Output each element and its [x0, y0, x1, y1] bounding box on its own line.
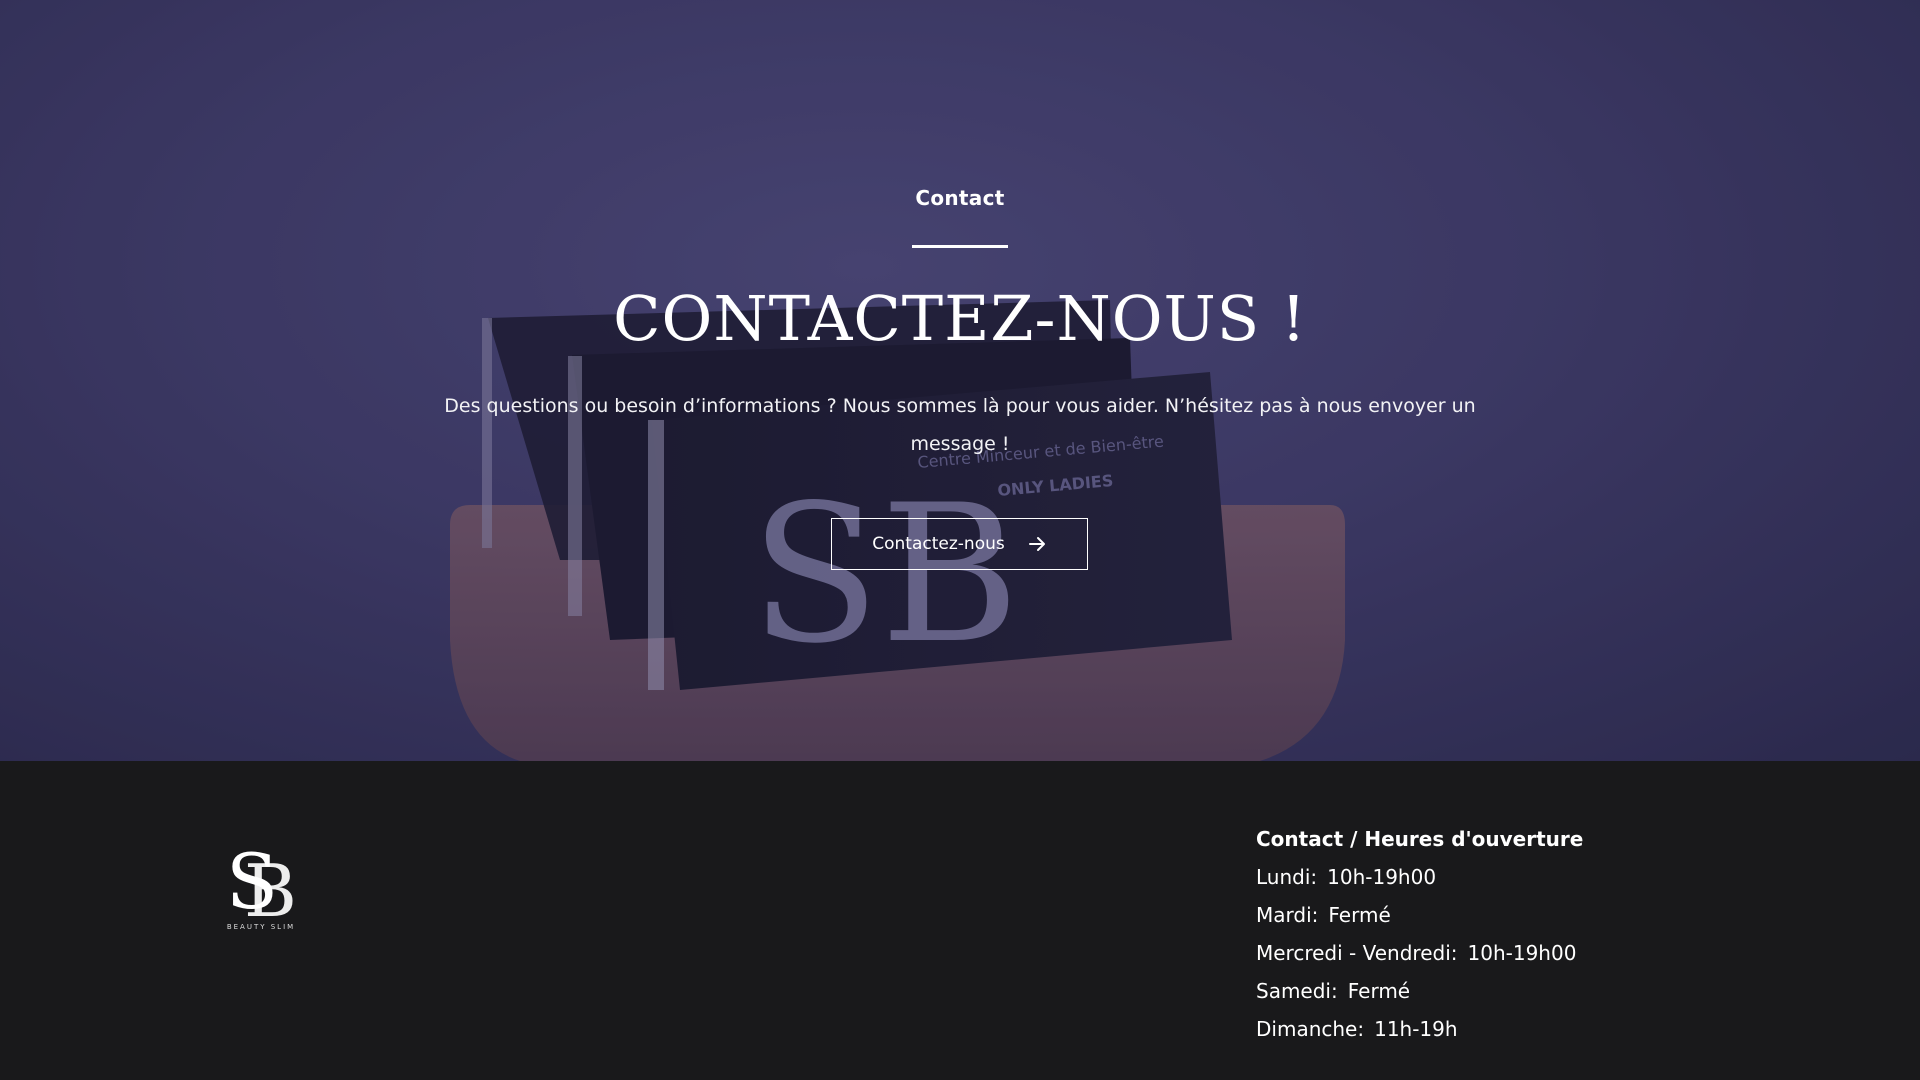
logo-text: BEAUTY SLIM — [226, 923, 296, 931]
hours-item-lundi: Lundi: 10h-19h00 — [1256, 865, 1437, 889]
beauty-slim-logo[interactable]: S B — [224, 836, 304, 932]
contact-button[interactable]: Contactez-nous — [831, 518, 1088, 570]
hours-title: Contact / Heures d'ouverture — [1256, 827, 1584, 851]
hours-item-samedi: Samedi: Fermé — [1256, 979, 1411, 1003]
arrow-right-icon — [1028, 537, 1045, 551]
contact-button-label: Contactez-nous — [872, 534, 1005, 554]
hours-item-mardi: Mardi: Fermé — [1256, 903, 1391, 927]
hours-list: Lundi: 10h-19h00 Mardi: Fermé Mercredi - V… — [1256, 858, 1583, 1048]
section-eyebrow: Contact — [915, 186, 1005, 210]
opening-hours: Contact / Heures d'ouverture Lundi: 10h-1… — [1256, 820, 1583, 1048]
hero-description: Des questions ou besoin d’informations ?… — [444, 395, 1476, 455]
page-title: CONTACTEZ-NOUS ! — [613, 282, 1307, 355]
hours-item-mercredi-vendredi: Mercredi - Vendredi: 10h-19h00 — [1256, 941, 1577, 965]
title-divider — [912, 245, 1008, 248]
hero-overlay — [0, 0, 1920, 761]
hero-section: SB Centre Minceur et de Bien-être ONLY L… — [0, 0, 1920, 761]
svg-text:B: B — [244, 849, 297, 932]
hours-item-dimanche: Dimanche: 11h-19h — [1256, 1017, 1458, 1041]
